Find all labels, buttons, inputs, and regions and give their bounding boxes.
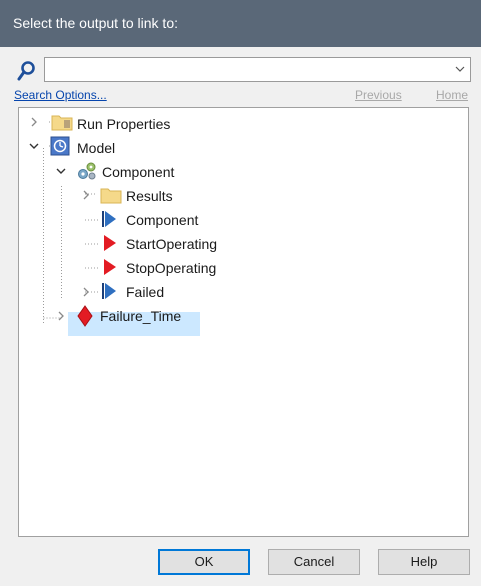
search-options-link[interactable]: Search Options... [14, 88, 107, 102]
cancel-button[interactable]: Cancel [268, 549, 360, 575]
link-output-dialog: Select the output to link to: Search Opt… [0, 0, 481, 586]
chevron-right-icon[interactable] [80, 286, 92, 298]
chevron-right-icon[interactable] [55, 310, 67, 322]
chevron-right-icon[interactable] [28, 116, 40, 128]
model-icon [50, 136, 70, 156]
chevron-down-icon[interactable] [28, 140, 40, 152]
dialog-title: Select the output to link to: [13, 15, 178, 31]
folder-icon [51, 115, 73, 131]
help-button[interactable]: Help [378, 549, 470, 575]
search-input[interactable] [47, 60, 451, 79]
search-combobox[interactable] [44, 57, 471, 82]
previous-link[interactable]: Previous [355, 88, 402, 102]
red-diamond-icon [77, 305, 93, 327]
search-icon[interactable] [17, 60, 37, 82]
red-flag-icon [104, 259, 116, 275]
blue-flag-icon [102, 211, 116, 227]
blue-flag-icon [102, 283, 116, 299]
folder-icon [100, 188, 122, 204]
title-bar: Select the output to link to: [0, 0, 481, 47]
gears-icon [78, 162, 96, 180]
chevron-down-icon[interactable] [454, 63, 466, 75]
chevron-right-icon[interactable] [80, 189, 92, 201]
red-flag-icon [104, 235, 116, 251]
chevron-down-icon[interactable] [55, 165, 67, 177]
home-link[interactable]: Home [436, 88, 468, 102]
ok-button[interactable]: OK [158, 549, 250, 575]
